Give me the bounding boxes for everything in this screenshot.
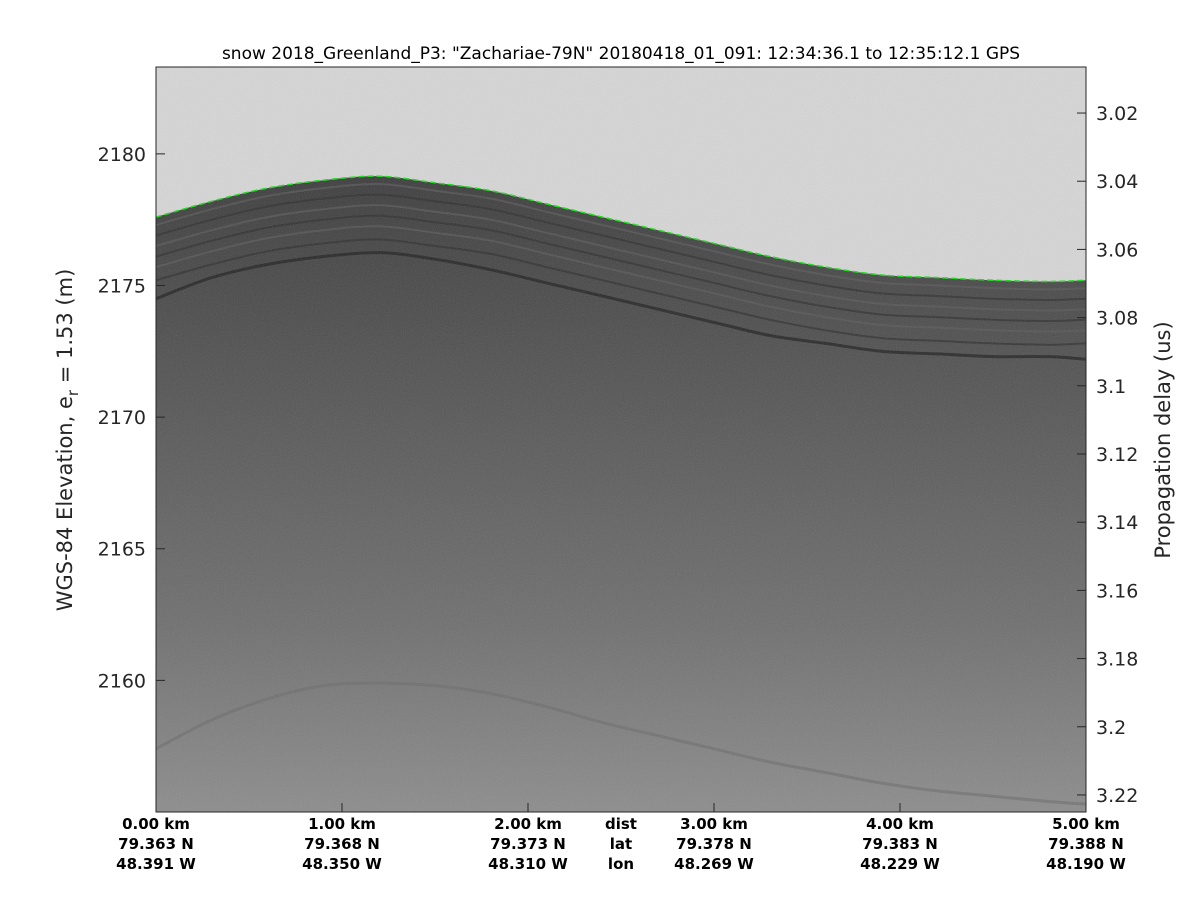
right-tick-label: 3.22 [1096, 785, 1138, 807]
bottom-axis: 0.00 km 79.363 N 48.391 W 1.00 km 79.368 N 48… [116, 803, 1126, 873]
chart-title: snow 2018_Greenland_P3: "Zachariae-79N" … [222, 44, 1020, 64]
bottom-dist-label: 2.00 km [494, 815, 562, 833]
right-tick-label: 3.14 [1096, 512, 1138, 534]
bottom-lon-label: 48.190 W [1046, 855, 1126, 873]
left-axis-label-main: WGS-84 Elevation, e [53, 396, 77, 611]
row-label-lon: lon [608, 855, 634, 873]
bottom-lon-label: 48.391 W [116, 855, 196, 873]
left-tick-label: 2175 [98, 275, 146, 297]
bottom-lon-label: 48.310 W [488, 855, 568, 873]
right-tick-label: 3.08 [1096, 308, 1138, 330]
bottom-lat-label: 79.373 N [490, 835, 566, 853]
right-axis-label: Propagation delay (us) [1151, 321, 1175, 558]
right-tick-label: 3.04 [1096, 171, 1138, 193]
bottom-dist-label: 0.00 km [122, 815, 190, 833]
right-tick-label: 3.06 [1096, 239, 1138, 261]
left-axis-label-suffix: = 1.53 (m) [53, 269, 77, 390]
left-tick-label: 2170 [98, 407, 146, 429]
left-tick-label: 2180 [98, 144, 146, 166]
left-tick-label: 2165 [98, 539, 146, 561]
row-label-lat: lat [610, 835, 632, 853]
right-tick-label: 3.02 [1096, 103, 1138, 125]
row-label-dist: dist [605, 815, 637, 833]
bottom-dist-label: 1.00 km [308, 815, 376, 833]
right-tick-label: 3.12 [1096, 444, 1138, 466]
bottom-dist-label: 5.00 km [1052, 815, 1120, 833]
right-tick-label: 3.18 [1096, 649, 1138, 671]
bottom-dist-label: 3.00 km [680, 815, 748, 833]
bottom-lon-label: 48.350 W [302, 855, 382, 873]
radargram-figure: snow 2018_Greenland_P3: "Zachariae-79N" … [53, 44, 1175, 873]
bottom-lat-label: 79.378 N [676, 835, 752, 853]
bottom-lon-label: 48.269 W [674, 855, 754, 873]
bottom-dist-label: 4.00 km [866, 815, 934, 833]
speckle-noise [156, 67, 1086, 812]
right-tick-label: 3.2 [1096, 717, 1126, 739]
left-axis-label: WGS-84 Elevation, er = 1.53 (m) [53, 269, 82, 612]
bottom-lat-label: 79.383 N [862, 835, 938, 853]
bottom-lon-label: 48.229 W [860, 855, 940, 873]
right-tick-label: 3.16 [1096, 580, 1138, 602]
right-tick-label: 3.1 [1096, 376, 1126, 398]
bottom-lat-label: 79.368 N [304, 835, 380, 853]
bottom-lat-label: 79.363 N [118, 835, 194, 853]
plot-area [156, 67, 1086, 812]
left-tick-label: 2160 [98, 670, 146, 692]
left-axis: 2180 2175 2170 2165 2160 [98, 144, 165, 692]
bottom-lat-label: 79.388 N [1048, 835, 1124, 853]
